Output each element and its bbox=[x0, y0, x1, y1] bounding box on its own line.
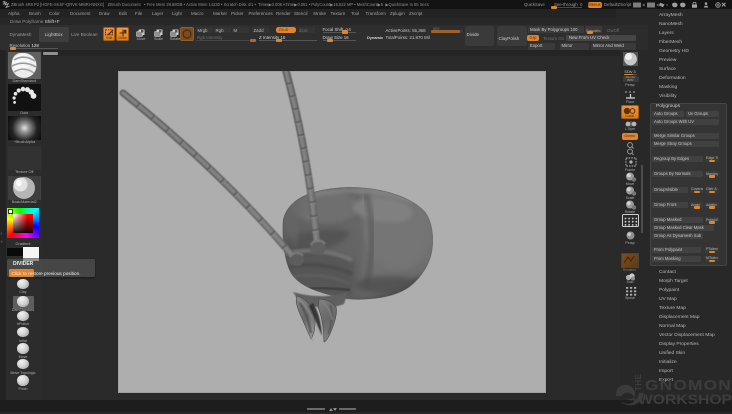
svg-text:THE: THE bbox=[634, 373, 643, 391]
svg-text:WORKSHOP: WORKSHOP bbox=[638, 392, 732, 407]
